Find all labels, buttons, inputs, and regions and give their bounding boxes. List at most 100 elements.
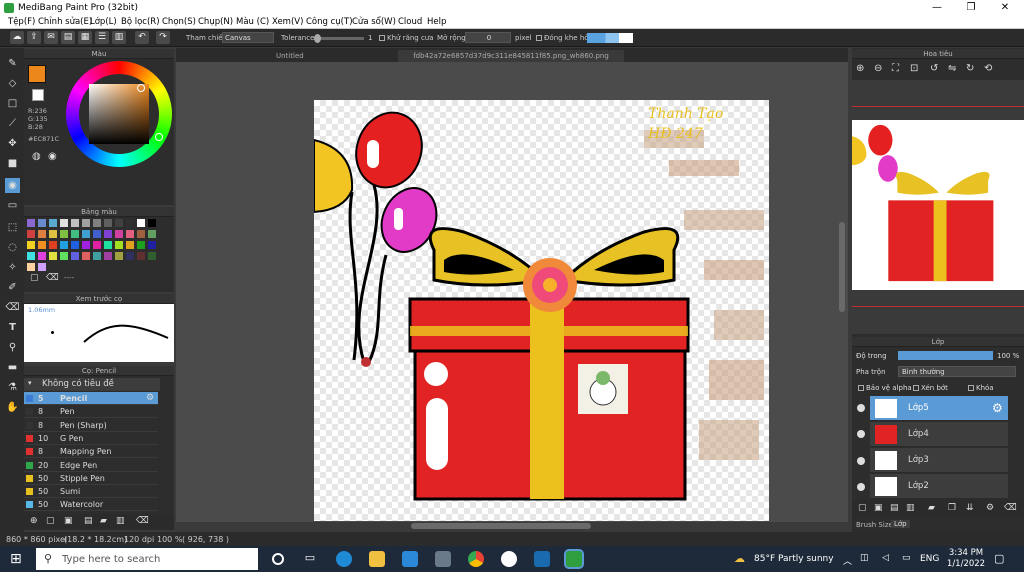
opacity-slider[interactable]: [898, 351, 993, 360]
new-layer-icon[interactable]: ▢: [858, 503, 867, 513]
palette-swatch[interactable]: [104, 219, 112, 227]
palette-swatch[interactable]: [49, 230, 57, 238]
palette-swatch[interactable]: [148, 241, 156, 249]
fill-rect-tool-icon[interactable]: ■: [5, 156, 20, 171]
brush-dropdown-icon[interactable]: ▣: [64, 516, 73, 526]
task-view-icon[interactable]: ▭: [302, 551, 318, 567]
operation-tool-icon[interactable]: ⚲: [5, 340, 20, 355]
palette-swatch[interactable]: [60, 252, 68, 260]
palette-swatch[interactable]: [104, 252, 112, 260]
menu-edit[interactable]: Chỉnh sửa(E): [38, 17, 92, 27]
palette-swatch[interactable]: [27, 241, 35, 249]
rotate-left-icon[interactable]: ↺: [930, 63, 938, 74]
brush-item[interactable]: 10 G Pen: [24, 432, 158, 445]
merge-layer-icon[interactable]: ⇊: [966, 503, 974, 513]
background-color-swatch[interactable]: [32, 89, 44, 101]
palette-grid[interactable]: [27, 219, 161, 271]
palette-swatch[interactable]: [49, 252, 57, 260]
canvas-area[interactable]: Thanh Tạo HĐ 247: [176, 62, 848, 529]
palette-delete-icon[interactable]: ⌫: [46, 273, 59, 283]
horizontal-scrollbar[interactable]: [411, 523, 591, 529]
palette-swatch[interactable]: [82, 252, 90, 260]
color-settings-icon[interactable]: ◉: [48, 151, 57, 162]
bucket-tool-icon[interactable]: ◉: [5, 178, 20, 193]
gap-level-selector[interactable]: [587, 33, 633, 43]
upload-icon[interactable]: ⇪: [27, 31, 41, 44]
clip-checkbox[interactable]: Xén bớt: [913, 384, 948, 392]
move-tool-icon[interactable]: ✥: [5, 136, 20, 151]
panel-icon[interactable]: ▤: [61, 31, 75, 44]
brush-item[interactable]: 20 Edge Pen: [24, 459, 158, 472]
palette-swatch[interactable]: [49, 219, 57, 227]
brush-folder2-icon[interactable]: ▰: [100, 516, 107, 526]
add-layer-dropdown-icon[interactable]: ▥: [906, 503, 915, 513]
actual-size-icon[interactable]: ⊡: [910, 63, 918, 74]
expand-input[interactable]: 0: [465, 32, 511, 43]
undo-icon[interactable]: ↶: [135, 31, 149, 44]
brush-item[interactable]: 50 Stipple Pen: [24, 472, 158, 485]
reset-rotation-icon[interactable]: ⟲: [984, 63, 992, 74]
windows-start-icon[interactable]: ⊞: [10, 551, 22, 567]
palette-swatch[interactable]: [93, 219, 101, 227]
palette-swatch[interactable]: [38, 241, 46, 249]
palette-swatch[interactable]: [93, 252, 101, 260]
color-square-cursor[interactable]: [137, 84, 145, 92]
new-layer-1bit-icon[interactable]: ▤: [890, 503, 899, 513]
palette-swatch[interactable]: [49, 241, 57, 249]
palette-swatch[interactable]: [148, 230, 156, 238]
palette-swatch[interactable]: [71, 230, 79, 238]
app-icon-red-badge[interactable]: [501, 551, 517, 567]
foreground-color-swatch[interactable]: [28, 65, 46, 83]
palette-swatch[interactable]: [115, 219, 123, 227]
text-tool-icon[interactable]: T: [5, 320, 20, 335]
brush-duplicate-icon[interactable]: ▥: [116, 516, 125, 526]
palette-swatch[interactable]: [38, 230, 46, 238]
fit-icon[interactable]: ⛶: [892, 63, 899, 74]
zoom-out-icon[interactable]: ⊖: [874, 63, 882, 74]
brush-folder-icon[interactable]: ▢: [46, 516, 55, 526]
palette-swatch[interactable]: [60, 241, 68, 249]
weather-text[interactable]: 85°F Partly sunny: [754, 554, 834, 564]
hand-tool-icon[interactable]: ✋: [5, 400, 20, 415]
layer-visibility-icon[interactable]: [857, 457, 865, 465]
brush-item[interactable]: 8 Pen (Sharp): [24, 419, 158, 432]
eraser-tool-icon[interactable]: ◇: [5, 76, 20, 91]
file-explorer-icon[interactable]: [369, 551, 385, 567]
palette-swatch[interactable]: [148, 219, 156, 227]
palette-swatch[interactable]: [137, 252, 145, 260]
layer-visibility-icon[interactable]: [857, 483, 865, 491]
palette-swatch[interactable]: [82, 230, 90, 238]
palette-swatch[interactable]: [82, 241, 90, 249]
menu-filter[interactable]: Bộ lọc(R): [121, 17, 160, 27]
palette-swatch[interactable]: [104, 230, 112, 238]
layer-row-lop4[interactable]: Lớp4: [870, 422, 1008, 447]
menu-snap[interactable]: Chụp(N): [198, 17, 233, 27]
tray-chevron-icon[interactable]: ︿: [843, 554, 852, 567]
list-icon[interactable]: ☰: [95, 31, 109, 44]
tolerance-slider-thumb[interactable]: [314, 34, 321, 43]
gear-icon[interactable]: ⚙: [992, 401, 1003, 415]
chrome-icon[interactable]: [468, 551, 484, 567]
palette-swatch[interactable]: [38, 219, 46, 227]
battery-icon[interactable]: ▭: [902, 553, 911, 563]
color-square[interactable]: [89, 84, 149, 144]
palette-swatch[interactable]: [27, 219, 35, 227]
brush-tool-icon[interactable]: ✎: [5, 56, 20, 71]
magic-wand-icon[interactable]: ✧: [5, 260, 20, 275]
palette-swatch[interactable]: [126, 241, 134, 249]
edge-icon[interactable]: [336, 551, 352, 567]
layout-icon[interactable]: ▥: [112, 31, 126, 44]
zoom-in-icon[interactable]: ⊕: [856, 63, 864, 74]
redo-icon[interactable]: ↷: [156, 31, 170, 44]
brush-item[interactable]: 50 Watercolor: [24, 498, 158, 512]
palette-swatch[interactable]: [71, 252, 79, 260]
cloud-icon[interactable]: ☁: [10, 31, 24, 44]
menu-tools[interactable]: Công cụ(T): [306, 17, 353, 27]
palette-swatch[interactable]: [38, 252, 46, 260]
shape-tool-icon[interactable]: □: [5, 96, 20, 111]
color-mode-icon[interactable]: ◍: [32, 151, 41, 162]
palette-swatch[interactable]: [126, 252, 134, 260]
brush-item[interactable]: 5 Pencil ⚙: [24, 392, 158, 405]
palette-swatch[interactable]: [38, 263, 46, 271]
clock[interactable]: 3:34 PM 1/1/2022: [946, 548, 986, 570]
